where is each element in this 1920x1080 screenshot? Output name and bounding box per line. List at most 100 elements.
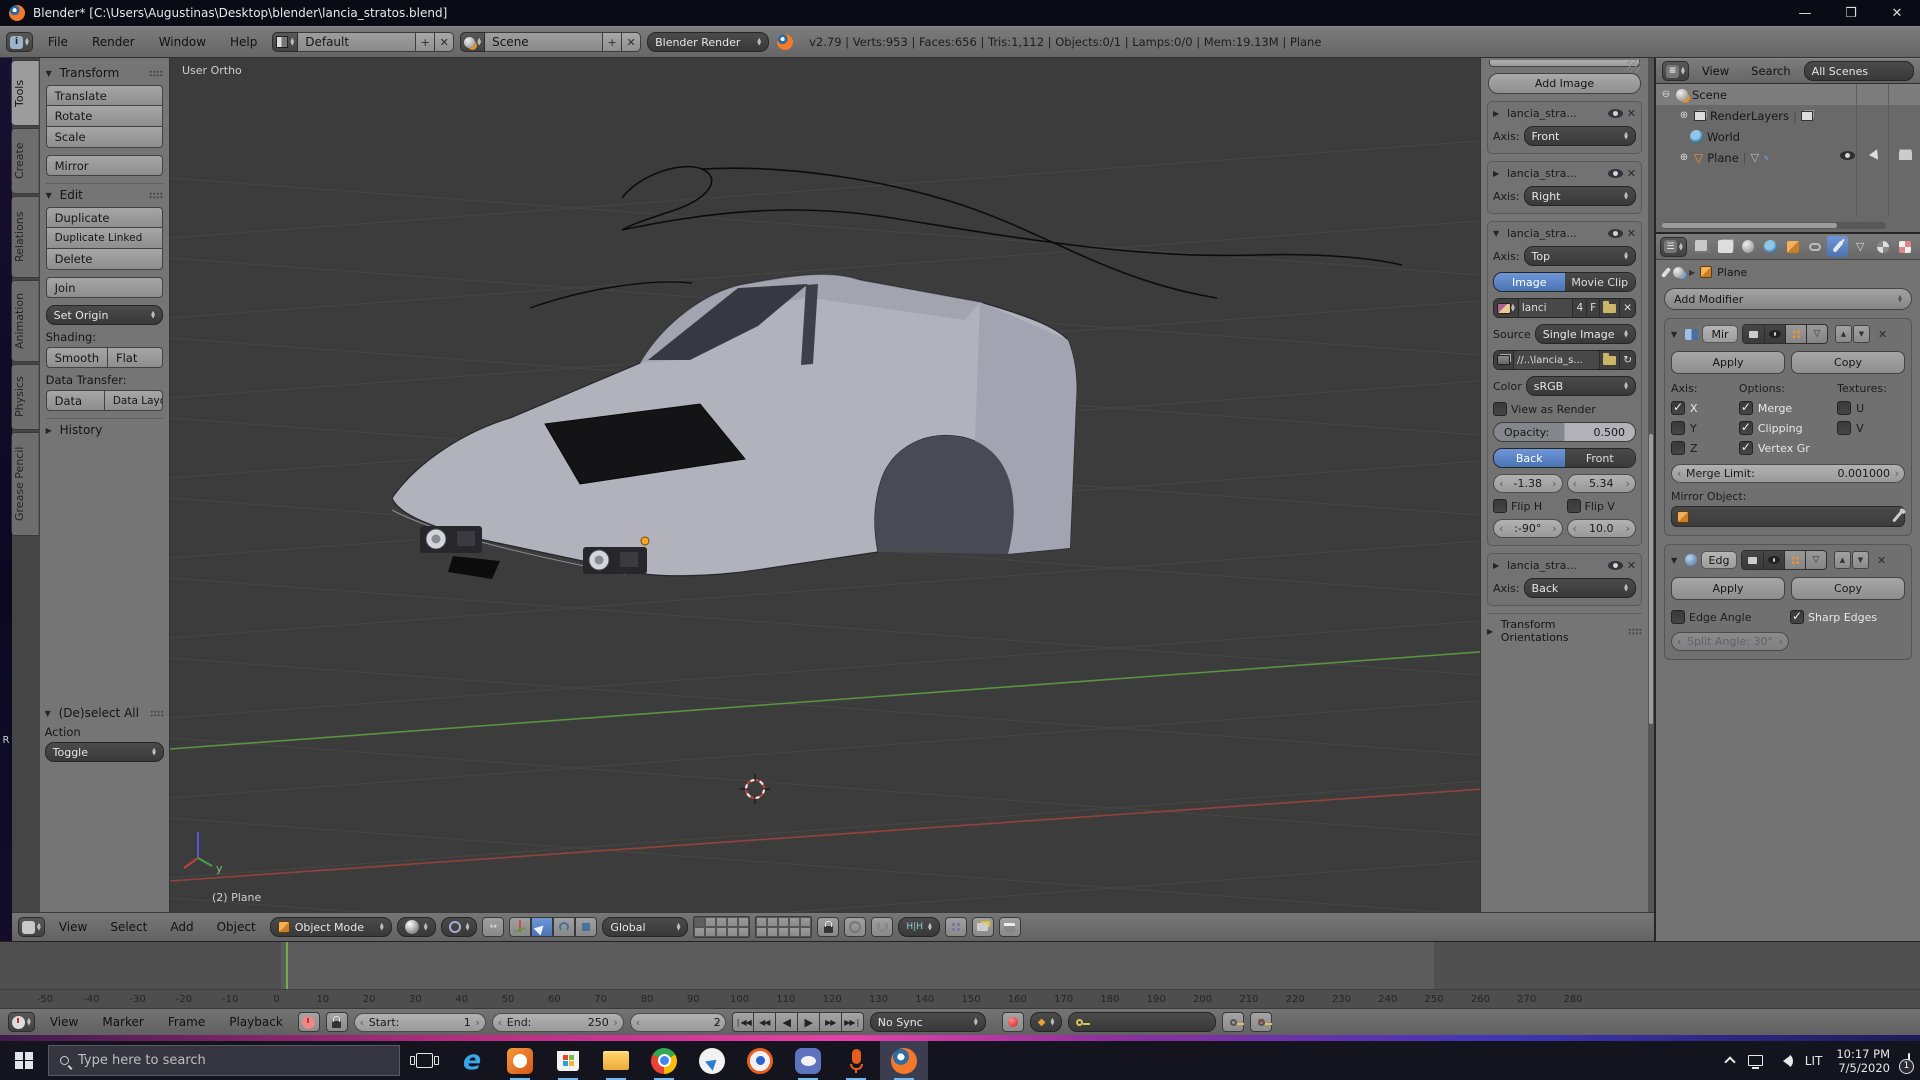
offset-y-field[interactable]: 5.34 xyxy=(1567,474,1637,493)
screen-layout-name[interactable]: Default xyxy=(298,32,416,52)
language-indicator[interactable]: LIT xyxy=(1805,1054,1823,1068)
taskbar-file-explorer-icon[interactable] xyxy=(592,1041,640,1080)
axis-x-checkbox[interactable] xyxy=(1671,401,1685,415)
editmode-toggle-icon[interactable] xyxy=(1785,325,1806,343)
outliner-menu-view[interactable]: View xyxy=(1693,64,1738,78)
axis-dropdown[interactable]: Back xyxy=(1524,578,1636,598)
delete-keyframe-icon[interactable]: ✕ xyxy=(1250,1012,1272,1032)
panel-grip[interactable] xyxy=(149,192,163,199)
source-dropdown[interactable]: Single Image xyxy=(1535,324,1636,344)
jump-to-end-button[interactable]: ▶▶❘ xyxy=(842,1012,864,1032)
eye-icon[interactable] xyxy=(1608,561,1623,570)
end-frame-field[interactable]: End:250 xyxy=(492,1013,624,1032)
eyedropper-icon[interactable] xyxy=(1892,511,1903,523)
tab-render-layers-icon[interactable] xyxy=(1714,236,1736,257)
collapse-icon[interactable]: ▼ xyxy=(1671,556,1681,565)
cage-toggle-icon[interactable]: ▽ xyxy=(1805,551,1826,569)
apply-button[interactable]: Apply xyxy=(1671,577,1785,600)
color-space-dropdown[interactable]: sRGB xyxy=(1526,376,1636,396)
tab-render-icon[interactable] xyxy=(1692,236,1714,257)
collapse-icon[interactable]: ▼ xyxy=(1493,229,1503,238)
taskbar-media-player-icon[interactable] xyxy=(496,1041,544,1080)
timeline-track[interactable]: -50-40-30-20-100102030405060708090100110… xyxy=(0,942,1920,1008)
maximize-button[interactable]: ❒ xyxy=(1828,0,1874,26)
panel-transform-header[interactable]: ▼Transform xyxy=(46,66,163,80)
panel-grip[interactable] xyxy=(1628,628,1642,635)
render-toggle-icon[interactable] xyxy=(1742,551,1763,569)
lock-to-scene-icon[interactable] xyxy=(817,917,839,937)
play-reverse-button[interactable]: ◀ xyxy=(776,1012,798,1032)
delete-modifier-icon[interactable]: ✕ xyxy=(1878,328,1887,341)
outliner-menu-search[interactable]: Search xyxy=(1742,64,1800,78)
layer-cell[interactable] xyxy=(705,927,716,937)
scene-delete-button[interactable]: ✕ xyxy=(622,32,641,52)
mode-dropdown[interactable]: Object Mode xyxy=(270,917,392,937)
editor-type-info-icon[interactable]: i xyxy=(6,32,33,52)
layer-cell[interactable] xyxy=(800,927,811,937)
layer-cell[interactable] xyxy=(800,917,811,927)
screen-layout-delete-button[interactable]: ✕ xyxy=(435,32,454,52)
remove-icon[interactable]: ✕ xyxy=(1627,227,1636,240)
axis-y-checkbox[interactable] xyxy=(1671,421,1685,435)
expand-icon[interactable]: ▶ xyxy=(1493,169,1503,178)
manipulator-scale-button[interactable] xyxy=(575,917,597,937)
axis-dropdown[interactable]: Top xyxy=(1524,246,1636,266)
pivot-dropdown[interactable] xyxy=(441,917,478,937)
image-users-count[interactable]: 4 xyxy=(1572,299,1586,317)
tab-animation[interactable]: Animation xyxy=(12,280,40,362)
move-up-icon[interactable]: ▲ xyxy=(1835,325,1852,343)
tl-menu-playback[interactable]: Playback xyxy=(220,1015,292,1029)
apply-button[interactable]: Apply xyxy=(1671,351,1785,374)
jump-to-start-button[interactable]: ❘◀◀ xyxy=(732,1012,754,1032)
delete-button[interactable]: Delete xyxy=(46,249,163,270)
proportional-edit-icon[interactable] xyxy=(844,917,866,937)
layer-cell[interactable] xyxy=(756,917,767,927)
cage-toggle-icon[interactable]: ▽ xyxy=(1806,325,1827,343)
panel-history-header[interactable]: ▶History xyxy=(46,423,163,437)
panel-grip[interactable] xyxy=(150,710,164,717)
duplicate-button[interactable]: Duplicate xyxy=(46,207,163,228)
next-keyframe-button[interactable]: ▶▶ xyxy=(820,1012,842,1032)
expand-icon[interactable]: ⊕ xyxy=(1678,110,1690,121)
add-image-button[interactable]: Add Image xyxy=(1488,73,1641,94)
layer-cell[interactable] xyxy=(778,927,789,937)
minimize-button[interactable]: — xyxy=(1782,0,1828,26)
vp-menu-object[interactable]: Object xyxy=(208,920,265,934)
data-button[interactable]: Data xyxy=(46,390,105,411)
deselect-all-header[interactable]: ▼(De)select All xyxy=(45,706,164,720)
editor-type-outliner-icon[interactable]: ≡ xyxy=(1662,61,1689,81)
manipulator-translate-button[interactable] xyxy=(531,917,553,937)
view-toggle-icon[interactable] xyxy=(1764,325,1785,343)
eye-icon[interactable] xyxy=(1608,109,1623,118)
pin-icon[interactable] xyxy=(1661,267,1671,278)
editor-type-properties-icon[interactable]: ☰ xyxy=(1660,237,1687,257)
browse-file-icon[interactable] xyxy=(1599,351,1619,369)
snap-element-dropdown[interactable]: H|H xyxy=(898,917,939,937)
tab-tools[interactable]: Tools xyxy=(12,60,40,126)
panel-edit-header[interactable]: ▼Edit xyxy=(46,188,163,202)
menu-file[interactable]: File xyxy=(39,35,77,49)
insert-keyframe-icon[interactable] xyxy=(1222,1012,1244,1032)
copy-button[interactable]: Copy xyxy=(1791,351,1905,374)
taskbar-chrome-icon[interactable] xyxy=(640,1041,688,1080)
reload-icon[interactable]: ↻ xyxy=(1619,351,1635,369)
texture-v-checkbox[interactable] xyxy=(1837,421,1851,435)
opacity-slider[interactable]: Opacity:0.500 xyxy=(1493,422,1636,442)
prev-keyframe-button[interactable]: ◀◀ xyxy=(754,1012,776,1032)
flip-h-checkbox[interactable] xyxy=(1493,499,1507,513)
auto-keyframe-record-button[interactable] xyxy=(1002,1012,1024,1032)
move-down-icon[interactable]: ▼ xyxy=(1853,325,1870,343)
remove-icon[interactable]: ✕ xyxy=(1627,559,1636,572)
taskbar-store-icon[interactable] xyxy=(544,1041,592,1080)
taskbar-blender-icon[interactable] xyxy=(880,1041,928,1080)
unlink-image-icon[interactable]: ✕ xyxy=(1619,299,1635,317)
tab-material-icon[interactable] xyxy=(1872,236,1894,257)
use-preview-range-icon[interactable] xyxy=(298,1012,320,1032)
remove-icon[interactable]: ✕ xyxy=(1627,107,1636,120)
join-button[interactable]: Join xyxy=(46,277,163,298)
layer-cell[interactable] xyxy=(738,927,749,937)
corner-grip[interactable] xyxy=(1627,59,1640,72)
rotate-button[interactable]: Rotate xyxy=(46,106,163,127)
shade-smooth-button[interactable]: Smooth xyxy=(46,347,108,368)
filepath-field[interactable]: //..\lancia_s... xyxy=(1513,351,1599,369)
